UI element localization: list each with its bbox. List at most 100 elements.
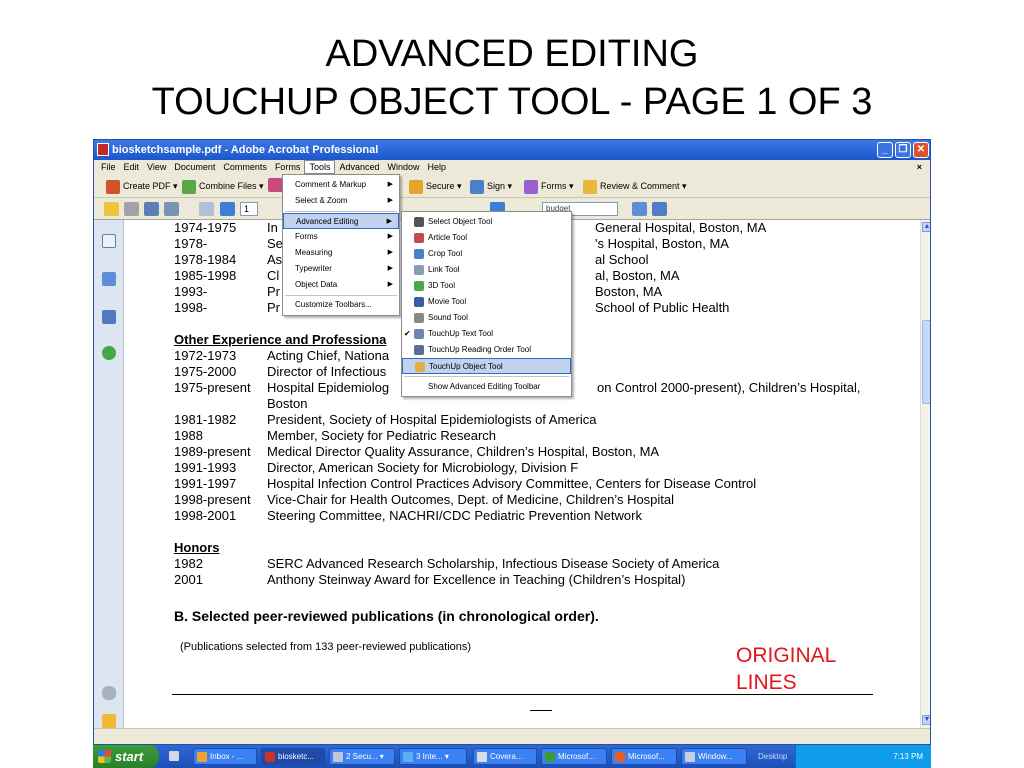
menu-item-touchup-text-tool[interactable]: ✔ TouchUp Text Tool (402, 326, 571, 342)
menu-file[interactable]: File (97, 160, 120, 174)
menu-item-forms[interactable]: Forms ▶ (283, 229, 399, 245)
honors-heading: Honors (174, 540, 220, 555)
scroll-down-icon[interactable]: ▼ (922, 715, 930, 725)
original-lines-annotation: ORIGINAL LINES (736, 644, 837, 694)
menu-item-crop-tool[interactable]: Crop Tool (402, 246, 571, 262)
task-windows[interactable]: Window... (681, 748, 747, 765)
combine-files-icon (182, 179, 196, 194)
window-title: biosketchsample.pdf - Adobe Acrobat Prof… (112, 144, 379, 156)
menu-item-show-advanced-editing-toolbar[interactable]: Show Advanced Editing Toolbar (402, 379, 571, 395)
sign-button[interactable]: Sign ▾ (470, 179, 512, 194)
check-icon: ✔ (404, 329, 411, 338)
menu-item-movie-tool[interactable]: Movie Tool (402, 294, 571, 310)
menu-tools[interactable]: Tools (304, 160, 336, 174)
ie-icon (403, 752, 413, 762)
windows-taskbar: start Inbox - ... biosketc... 2 Secu... … (93, 745, 931, 768)
signatures-icon[interactable] (102, 310, 116, 324)
page-number-input[interactable]: 1 (240, 202, 258, 216)
menu-item-touchup-object-tool[interactable]: TouchUp Object Tool (402, 358, 571, 374)
task-inbox[interactable]: Inbox - ... (193, 748, 257, 765)
menu-view[interactable]: View (143, 160, 170, 174)
task-coverage[interactable]: Covera... (473, 748, 537, 765)
3d-icon (414, 281, 424, 291)
close-button[interactable]: ✕ (913, 142, 929, 158)
link-icon (414, 265, 424, 275)
email-icon[interactable] (164, 202, 179, 216)
menu-comments[interactable]: Comments (219, 160, 271, 174)
menu-document[interactable]: Document (170, 160, 219, 174)
quick-launch-icon[interactable] (166, 748, 182, 765)
print-icon[interactable] (124, 202, 139, 216)
menu-forms[interactable]: Forms (271, 160, 305, 174)
menu-item-touchup-reading-order-tool[interactable]: TouchUp Reading Order Tool (402, 342, 571, 358)
menu-item-sound-tool[interactable]: Sound Tool (402, 310, 571, 326)
menu-item-select-zoom[interactable]: Select & Zoom ▶ (283, 193, 399, 209)
desktop-toolbar-label[interactable]: Desktop (758, 745, 787, 768)
comments-icon[interactable] (102, 714, 116, 728)
menu-item-3d-tool[interactable]: 3D Tool (402, 278, 571, 294)
vertical-scrollbar[interactable]: ▲ ▼ (920, 220, 930, 728)
export-icon[interactable] (268, 178, 283, 192)
create-pdf-button[interactable]: Create PDF ▾ (106, 179, 178, 194)
task-biosketch[interactable]: biosketc... (261, 748, 325, 765)
slide-title-line2: TOUCHUP OBJECT TOOL - PAGE 1 OF 3 (151, 81, 873, 123)
create-pdf-icon (106, 179, 120, 194)
menu-item-comment-markup[interactable]: Comment & Markup ▶ (283, 177, 399, 193)
restore-button[interactable]: ❐ (895, 142, 911, 158)
movie-icon (414, 297, 424, 307)
pages-icon[interactable] (102, 234, 116, 248)
explorer-icon (685, 752, 695, 762)
menu-item-article-tool[interactable]: Article Tool (402, 230, 571, 246)
menu-help[interactable]: Help (424, 160, 451, 174)
minimize-button[interactable]: _ (877, 142, 893, 158)
secure-button[interactable]: Secure ▾ (409, 179, 462, 194)
article-icon (414, 233, 424, 243)
menu-separator (285, 211, 397, 212)
row-tail: School of Public Health (595, 300, 730, 315)
pen-icon (470, 179, 484, 194)
task-internet[interactable]: 3 Inte... ▾ (399, 748, 467, 765)
previous-page-icon[interactable] (199, 202, 214, 216)
combine-files-button[interactable]: Combine Files ▾ (182, 179, 264, 194)
search-next-icon[interactable] (632, 202, 647, 216)
menu-separator (404, 376, 569, 377)
start-button[interactable]: start (93, 745, 159, 768)
row-tail: al, Boston, MA (595, 268, 680, 283)
scroll-thumb[interactable] (922, 320, 930, 404)
menu-item-typewriter[interactable]: Typewriter ▶ (283, 261, 399, 277)
task-secure[interactable]: 2 Secu... ▾ (329, 748, 395, 765)
scroll-up-icon[interactable]: ▲ (922, 222, 930, 232)
menu-item-advanced-editing[interactable]: Advanced Editing ▶ (283, 213, 399, 229)
menu-item-link-tool[interactable]: Link Tool (402, 262, 571, 278)
windows-flag-icon (98, 750, 111, 763)
save-icon[interactable] (144, 202, 159, 216)
menu-item-object-data[interactable]: Object Data ▶ (283, 277, 399, 293)
menu-window[interactable]: Window (383, 160, 423, 174)
acrobat-app-icon (97, 143, 109, 156)
review-comment-button[interactable]: Review & Comment ▾ (583, 179, 687, 194)
short-line[interactable] (530, 710, 552, 711)
menu-item-measuring[interactable]: Measuring ▶ (283, 245, 399, 261)
bookmarks-icon[interactable] (102, 272, 116, 286)
close-document-icon[interactable]: × (913, 160, 926, 174)
task-microsoft-2[interactable]: Microsof... (611, 748, 677, 765)
open-folder-icon[interactable] (104, 202, 119, 216)
next-page-icon[interactable] (220, 202, 235, 216)
task-microsoft-1[interactable]: Microsof... (541, 748, 607, 765)
row-tail: General Hospital, Boston, MA (595, 220, 767, 235)
status-bar (94, 728, 930, 744)
forms-button[interactable]: Forms ▾ (524, 179, 574, 194)
attachments-icon[interactable] (102, 686, 116, 700)
sound-icon (414, 313, 424, 323)
touchup-object-icon (415, 362, 425, 372)
menu-item-select-object-tool[interactable]: Select Object Tool (402, 214, 571, 230)
help-icon[interactable] (102, 346, 116, 360)
search-options-icon[interactable] (652, 202, 667, 216)
window-titlebar[interactable]: biosketchsample.pdf - Adobe Acrobat Prof… (94, 140, 930, 160)
menu-advanced[interactable]: Advanced (335, 160, 383, 174)
arrow-cursor-icon (414, 217, 424, 227)
menu-item-customize-toolbars[interactable]: Customize Toolbars... (283, 297, 399, 313)
touchup-text-icon (414, 329, 424, 339)
menu-edit[interactable]: Edit (120, 160, 144, 174)
other-experience-heading: Other Experience and Professiona (174, 332, 387, 347)
